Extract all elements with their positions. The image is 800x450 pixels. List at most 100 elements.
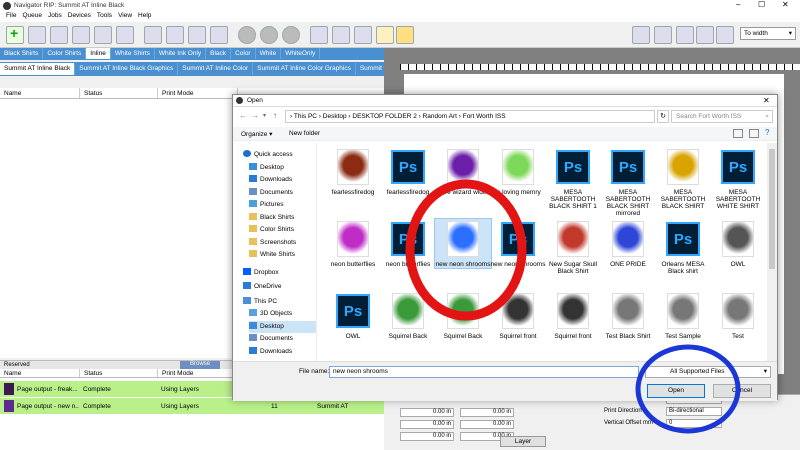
maximize-icon[interactable]: ☐	[758, 0, 765, 9]
scrollbar[interactable]	[767, 143, 777, 361]
nav-item[interactable]: This PC	[243, 296, 316, 308]
delete-icon[interactable]	[72, 26, 90, 44]
in-field[interactable]: 0.00 in	[460, 420, 514, 429]
tab-queue[interactable]: WhiteOnly	[281, 48, 321, 59]
stop-icon[interactable]	[238, 26, 256, 44]
nav-item[interactable]: Desktop	[249, 162, 316, 174]
menu-item-queue[interactable]: Queue	[22, 12, 42, 22]
hold-icon[interactable]	[282, 26, 300, 44]
tab-queue[interactable]: White Ink Only	[155, 48, 207, 59]
col-print-mode[interactable]: Print Mode	[158, 88, 238, 98]
in-field[interactable]: 0.00 in	[400, 432, 454, 441]
cart-icon[interactable]	[396, 26, 414, 44]
nav-item[interactable]: Dropbox	[243, 267, 316, 279]
organize-menu[interactable]: Organize ▾	[241, 130, 272, 138]
menu-item-jobs[interactable]: Jobs	[48, 12, 62, 22]
tab-printer[interactable]: Summit S20 Inline Black	[356, 63, 384, 75]
up-icon[interactable]: ↑	[273, 111, 277, 120]
col-name[interactable]: Name	[0, 88, 80, 98]
view-options-icon[interactable]	[733, 129, 743, 138]
chevron-down-icon[interactable]: ▾	[263, 112, 266, 119]
tab-queue[interactable]: Color	[231, 48, 256, 59]
file-item[interactable]: OWL	[710, 219, 765, 268]
file-item[interactable]: Test Black Shirt	[600, 291, 656, 340]
breadcrumb-item[interactable]: Random Art	[423, 113, 457, 120]
file-item[interactable]: New Sugar Skull Black Shirt	[545, 219, 601, 275]
nav-item[interactable]: Documents	[249, 333, 316, 345]
search-input[interactable]: Search Fort Worth ISS ⌕	[671, 110, 773, 123]
resize-icon[interactable]	[210, 26, 228, 44]
tab-queue[interactable]: Black Shirts	[0, 48, 44, 59]
nav-item[interactable]: Screenshots	[249, 237, 316, 249]
breadcrumb[interactable]: › This PC › Desktop › DESKTOP FOLDER 2 ›…	[285, 110, 655, 123]
tab-printer[interactable]: Summit AT Inline Color	[178, 63, 254, 75]
menu-item-file[interactable]: File	[6, 12, 16, 22]
col-status[interactable]: Status	[80, 88, 158, 98]
in-field[interactable]: 0.00 in	[400, 420, 454, 429]
nav-item[interactable]: Pictures	[249, 199, 316, 211]
file-item[interactable]: MESA SABERTOOTH BLACK SHIRT	[655, 147, 711, 210]
preview-pane-icon[interactable]	[749, 129, 759, 138]
zoom-select[interactable]: To width ▾	[740, 27, 796, 40]
menu-item-view[interactable]: View	[118, 12, 132, 22]
tab-printer[interactable]: Summit AT Inline Color Graphics	[253, 63, 356, 75]
file-item[interactable]: Ps OWL	[325, 291, 381, 340]
close-icon[interactable]: ✕	[782, 0, 789, 9]
menu-item-devices[interactable]: Devices	[68, 12, 91, 22]
print-icon[interactable]	[94, 26, 112, 44]
zoom-sel-icon[interactable]	[716, 26, 734, 44]
nav-item[interactable]: Color Shirts	[249, 224, 316, 236]
back-icon[interactable]: ←	[239, 111, 247, 120]
breadcrumb-item[interactable]: Desktop	[323, 113, 347, 120]
refresh-icon[interactable]: ↻	[657, 110, 669, 123]
filename-input[interactable]: new neon shrooms	[329, 366, 639, 378]
nest-icon[interactable]	[354, 26, 372, 44]
nav-item[interactable]: Desktop	[249, 320, 316, 333]
tab-queue[interactable]: Black	[206, 48, 232, 59]
file-item[interactable]: neon butterflies	[325, 219, 381, 268]
nav-item[interactable]: Quick access	[243, 149, 316, 161]
file-item[interactable]: Ps MESA SABERTOOTH BLACK SHIRT mirrored	[600, 147, 656, 217]
nav-item[interactable]: OneDrive	[243, 281, 316, 293]
col-name[interactable]: Name	[0, 369, 80, 377]
scroll-thumb[interactable]	[769, 149, 775, 269]
layer-button[interactable]: Layer	[500, 436, 546, 447]
menu-item-help[interactable]: Help	[138, 12, 151, 22]
file-item[interactable]: fearlessfiredog	[325, 147, 381, 196]
nav-item[interactable]: Documents	[249, 187, 316, 199]
tab-queue[interactable]: White	[256, 48, 282, 59]
copy-icon[interactable]	[116, 26, 134, 44]
col-print-mode[interactable]: Print Mode	[158, 369, 238, 377]
tab-printer[interactable]: Summit AT Inline Black	[0, 63, 76, 75]
minimize-icon[interactable]: –	[736, 0, 740, 9]
import-icon[interactable]	[50, 26, 68, 44]
nav-item[interactable]: White Shirts	[249, 249, 316, 261]
queue-icon[interactable]	[310, 26, 328, 44]
tab-queue[interactable]: White Shirts	[111, 48, 155, 59]
crop-icon[interactable]	[188, 26, 206, 44]
menu-item-tools[interactable]: Tools	[97, 12, 112, 22]
help-icon[interactable]: ?	[765, 128, 769, 137]
add-job-icon[interactable]: +	[6, 25, 24, 44]
zoom-fit-icon[interactable]	[632, 26, 650, 44]
in-field[interactable]: 0.00 in	[460, 408, 514, 417]
breadcrumb-item[interactable]: Fort Worth ISS	[463, 113, 506, 120]
in-field[interactable]: 0.00 in	[400, 408, 454, 417]
file-item[interactable]: Ps MESA SABERTOOTH WHITE SHIRT	[710, 147, 765, 210]
zoom-out-icon[interactable]	[676, 26, 694, 44]
file-item[interactable]: Test	[710, 291, 765, 340]
zoom-page-icon[interactable]	[696, 26, 714, 44]
close-icon[interactable]: ✕	[763, 96, 770, 105]
breadcrumb-item[interactable]: This PC	[294, 113, 317, 120]
new-folder-button[interactable]: New folder	[289, 130, 320, 137]
tab-printer[interactable]: Summit AT Inline Black Graphics	[75, 63, 179, 75]
nav-item[interactable]: Downloads	[249, 346, 316, 358]
layout-icon[interactable]	[166, 26, 184, 44]
add-page-icon[interactable]	[28, 26, 46, 44]
file-item[interactable]: Test Sample	[655, 291, 711, 340]
file-item[interactable]: ONE PRIDE	[600, 219, 656, 268]
col-status[interactable]: Status	[80, 369, 158, 377]
forward-icon[interactable]: →	[251, 111, 259, 120]
file-item[interactable]: Squirrel front	[545, 291, 601, 340]
zoom-in-icon[interactable]	[654, 26, 672, 44]
